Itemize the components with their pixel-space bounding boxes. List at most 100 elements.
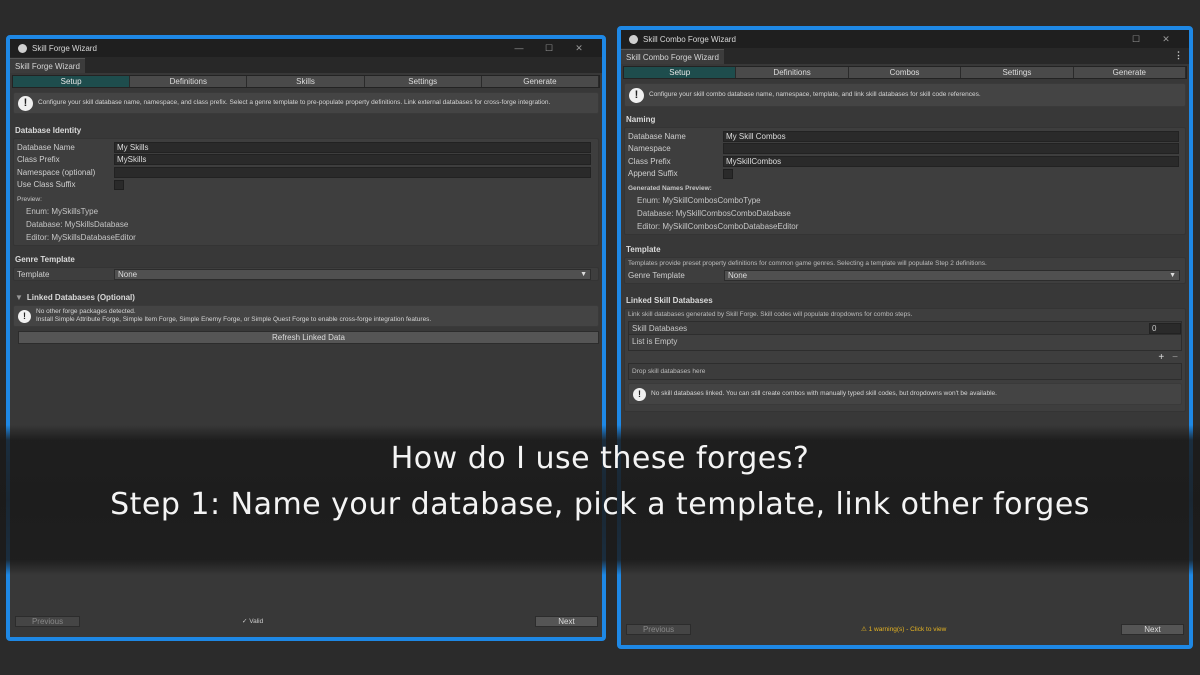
tab-settings[interactable]: Settings: [364, 76, 482, 87]
database-name-input[interactable]: My Skill Combos: [723, 130, 1179, 142]
minimize-icon[interactable]: —: [504, 43, 534, 53]
section-database-identity: Database Identity: [15, 126, 82, 135]
editor-tab-strip: Skill Combo Forge Wizard ⋮: [621, 48, 1189, 64]
tab-definitions[interactable]: Definitions: [130, 76, 248, 87]
chevron-down-icon: ▼: [1169, 272, 1176, 279]
status-text: ✓ Valid: [242, 618, 264, 625]
preview-line: Editor: MySkillCombosComboDatabaseEditor: [637, 222, 799, 231]
template-dropdown[interactable]: None ▼: [114, 268, 591, 280]
list-header-label: Skill Databases: [632, 323, 688, 333]
next-button[interactable]: Next: [535, 616, 598, 627]
editor-tab-strip: Skill Forge Wizard: [10, 57, 602, 73]
chevron-down-icon: ▼: [580, 270, 587, 278]
next-button[interactable]: Next: [1121, 624, 1184, 635]
editor-tab[interactable]: Skill Combo Forge Wizard: [621, 49, 724, 64]
list-size-field[interactable]: 0: [1149, 322, 1181, 334]
tab-generate[interactable]: Generate: [1073, 67, 1187, 78]
genre-group: Template None ▼: [13, 267, 599, 281]
foldout-arrow-icon: ▼: [15, 293, 23, 302]
genre-template-label: Genre Template: [628, 271, 685, 280]
maximize-icon[interactable]: ☐: [534, 43, 564, 54]
add-item-icon[interactable]: +: [1158, 352, 1164, 363]
warning-text: No skill databases linked. You can still…: [651, 390, 997, 397]
unity-logo-icon: [18, 43, 27, 53]
warning-status[interactable]: ⚠ 1 warning(s) - Click to view: [861, 625, 946, 633]
preview-label: Preview:: [17, 196, 42, 203]
warning-icon: !: [633, 387, 646, 401]
previous-button[interactable]: Previous: [15, 616, 80, 627]
section-genre-template: Genre Template: [15, 255, 75, 264]
info-icon: !: [18, 95, 33, 111]
info-text: Configure your skill combo database name…: [649, 91, 981, 98]
unity-logo-icon: [629, 34, 638, 44]
section-linked-skill-databases: Linked Skill Databases: [626, 296, 713, 305]
preview-line: Enum: MySkillsType: [26, 207, 99, 216]
refresh-linked-data-button[interactable]: Refresh Linked Data: [18, 331, 599, 344]
preview-line: Database: MySkillsDatabase: [26, 220, 129, 229]
tab-combos[interactable]: Combos: [848, 67, 962, 78]
linked-line-1: No other forge packages detected.: [36, 308, 136, 315]
identity-group: Database Name My Skills Class Prefix MySki…: [13, 138, 599, 246]
preview-line: Editor: MySkillsDatabaseEditor: [26, 233, 136, 242]
genre-template-dropdown[interactable]: None ▼: [724, 270, 1180, 281]
linked-group: Link skill databases generated by Skill …: [624, 308, 1186, 412]
tab-generate[interactable]: Generate: [481, 76, 600, 87]
template-label: Template: [17, 269, 50, 279]
preview-line: Database: MySkillCombosComboDatabase: [637, 209, 791, 218]
use-class-suffix-checkbox[interactable]: [114, 179, 124, 190]
class-prefix-input[interactable]: MySkillCombos: [723, 155, 1179, 167]
linked-info-box: ! No other forge packages detected. Insta…: [13, 305, 599, 327]
step-tabs: Setup Definitions Skills Settings Genera…: [12, 75, 600, 88]
database-name-input[interactable]: My Skills: [114, 141, 591, 153]
namespace-input[interactable]: [114, 166, 591, 178]
linked-description: Link skill databases generated by Skill …: [628, 311, 913, 318]
step-tabs: Setup Definitions Combos Settings Genera…: [623, 66, 1187, 79]
info-icon: !: [629, 87, 644, 103]
field-label: Database Name: [628, 131, 686, 141]
tab-skills[interactable]: Skills: [247, 76, 365, 87]
close-icon[interactable]: ✕: [1151, 34, 1181, 45]
editor-tab[interactable]: Skill Forge Wizard: [10, 58, 85, 73]
info-box: ! Configure your skill database name, na…: [13, 92, 599, 114]
window-title: Skill Forge Wizard: [32, 43, 97, 53]
caption-line-1: How do I use these forges?: [390, 441, 810, 476]
skill-databases-list: Skill Databases 0 List is Empty: [628, 321, 1182, 351]
field-label: Namespace (optional): [17, 167, 96, 177]
caption-line-2: Step 1: Name your database, pick a templ…: [110, 487, 1090, 522]
linked-header-label: Linked Databases (Optional): [26, 293, 135, 302]
tab-settings[interactable]: Settings: [961, 67, 1074, 78]
genre-template-value: None: [728, 271, 748, 280]
field-label: Class Prefix: [17, 155, 60, 165]
previous-button[interactable]: Previous: [626, 624, 691, 635]
maximize-icon[interactable]: ☐: [1121, 34, 1151, 45]
preview-label: Generated Names Preview:: [628, 185, 712, 192]
field-label: Class Prefix: [628, 156, 671, 166]
close-icon[interactable]: ✕: [564, 43, 594, 54]
section-linked-databases[interactable]: ▼ Linked Databases (Optional): [15, 293, 602, 302]
title-bar: Skill Forge Wizard — ☐ ✕: [10, 39, 602, 57]
info-box: ! Configure your skill combo database na…: [624, 83, 1186, 107]
use-class-suffix-label: Use Class Suffix: [17, 180, 76, 190]
append-suffix-label: Append Suffix: [628, 169, 678, 179]
template-group: Templates provide preset property defini…: [624, 257, 1186, 284]
field-label: Namespace: [628, 144, 671, 154]
remove-item-icon[interactable]: −: [1172, 352, 1178, 363]
tab-definitions[interactable]: Definitions: [736, 67, 849, 78]
preview-line: Enum: MySkillCombosComboType: [637, 196, 761, 205]
info-text: Configure your skill database name, name…: [38, 99, 551, 106]
append-suffix-checkbox[interactable]: [723, 168, 733, 179]
tab-setup[interactable]: Setup: [624, 67, 737, 78]
drop-zone[interactable]: Drop skill databases here: [628, 363, 1182, 380]
field-label: Database Name: [17, 142, 75, 152]
tab-setup[interactable]: Setup: [13, 76, 131, 87]
template-description: Templates provide preset property defini…: [628, 260, 987, 267]
kebab-menu-icon[interactable]: ⋮: [1174, 50, 1183, 61]
list-empty-text: List is Empty: [632, 337, 678, 346]
section-naming: Naming: [626, 115, 656, 124]
warning-box: ! No skill databases linked. You can sti…: [628, 383, 1182, 405]
naming-group: Database Name My Skill Combos Namespace C…: [624, 127, 1186, 235]
namespace-input[interactable]: [723, 143, 1179, 155]
section-template: Template: [626, 245, 661, 254]
title-bar: Skill Combo Forge Wizard ☐ ✕: [621, 30, 1189, 48]
class-prefix-input[interactable]: MySkills: [114, 154, 591, 166]
